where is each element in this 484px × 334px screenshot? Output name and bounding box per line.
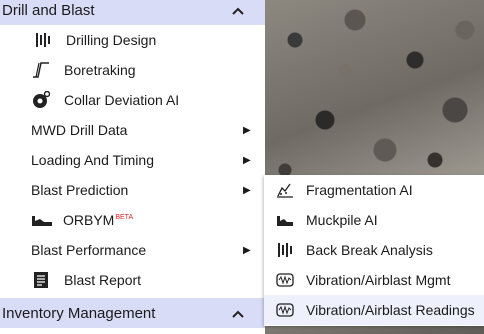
menu-item-label: Blast Performance <box>31 242 147 258</box>
submenu-item-vibration-airblast-readings[interactable]: Vibration/Airblast Readings <box>264 295 484 325</box>
submenu-item-vibration-airblast-mgmt[interactable]: Vibration/Airblast Mgmt <box>264 265 484 295</box>
boretracking-icon <box>32 61 50 79</box>
vibration-icon <box>276 271 294 289</box>
chevron-right-icon: ▶ <box>243 154 251 166</box>
vibration-readings-icon <box>276 301 294 319</box>
blast-prediction-submenu: Fragmentation AI Muckpile AI Back Break … <box>264 175 484 326</box>
orbym-icon <box>31 211 53 229</box>
section-label: Inventory Management <box>2 304 156 322</box>
section-label: Drill and Blast <box>2 1 95 19</box>
menu-item-blast-performance[interactable]: Blast Performance ▶ <box>31 235 251 265</box>
chevron-right-icon: ▶ <box>243 184 251 196</box>
menu-item-label: Loading And Timing <box>31 152 154 168</box>
menu-item-label: Blast Prediction <box>31 182 129 198</box>
menu-item-orbym[interactable]: ORBYM BETA <box>31 205 133 235</box>
submenu-item-label: Vibration/Airblast Mgmt <box>306 272 451 288</box>
backbreak-icon <box>276 241 294 259</box>
menu-item-label: Blast Report <box>64 272 142 288</box>
menu-item-label: Boretraking <box>64 62 136 78</box>
sidebar-menu: Drill and Blast Drilling Design Boretrak… <box>0 0 265 334</box>
menu-item-loading-and-timing[interactable]: Loading And Timing ▶ <box>31 145 251 175</box>
section-inventory-management[interactable]: Inventory Management <box>0 298 265 328</box>
submenu-item-muckpile-ai[interactable]: Muckpile AI <box>264 205 484 235</box>
report-icon <box>32 271 50 289</box>
chevron-up-icon[interactable] <box>232 305 244 321</box>
submenu-item-label: Back Break Analysis <box>306 242 433 258</box>
menu-item-collar-deviation[interactable]: Collar Deviation AI <box>32 85 179 115</box>
submenu-item-back-break-analysis[interactable]: Back Break Analysis <box>264 235 484 265</box>
menu-item-blast-prediction[interactable]: Blast Prediction ▶ <box>31 175 251 205</box>
fragmentation-icon <box>276 181 294 199</box>
submenu-item-label: Fragmentation AI <box>306 182 413 198</box>
chevron-up-icon[interactable] <box>232 2 244 18</box>
chevron-right-icon: ▶ <box>243 244 251 256</box>
chevron-right-icon: ▶ <box>243 124 251 136</box>
menu-item-drilling-design[interactable]: Drilling Design <box>34 25 156 55</box>
beta-badge: BETA <box>115 213 134 221</box>
menu-item-label: Collar Deviation AI <box>64 92 180 108</box>
menu-item-label: ORBYM <box>63 212 115 228</box>
submenu-item-label: Muckpile AI <box>306 212 378 228</box>
submenu-item-fragmentation-ai[interactable]: Fragmentation AI <box>264 175 484 205</box>
submenu-item-label: Vibration/Airblast Readings <box>306 302 475 318</box>
muckpile-icon <box>276 211 294 229</box>
menu-item-label: Drilling Design <box>66 32 157 48</box>
menu-item-label: MWD Drill Data <box>31 122 128 138</box>
collar-deviation-icon <box>32 91 50 109</box>
menu-item-boretraking[interactable]: Boretraking <box>32 55 136 85</box>
menu-item-blast-report[interactable]: Blast Report <box>32 265 141 295</box>
menu-item-mwd-drill-data[interactable]: MWD Drill Data ▶ <box>31 115 251 145</box>
section-drill-and-blast[interactable]: Drill and Blast <box>0 0 265 25</box>
drilling-design-icon <box>34 31 52 49</box>
